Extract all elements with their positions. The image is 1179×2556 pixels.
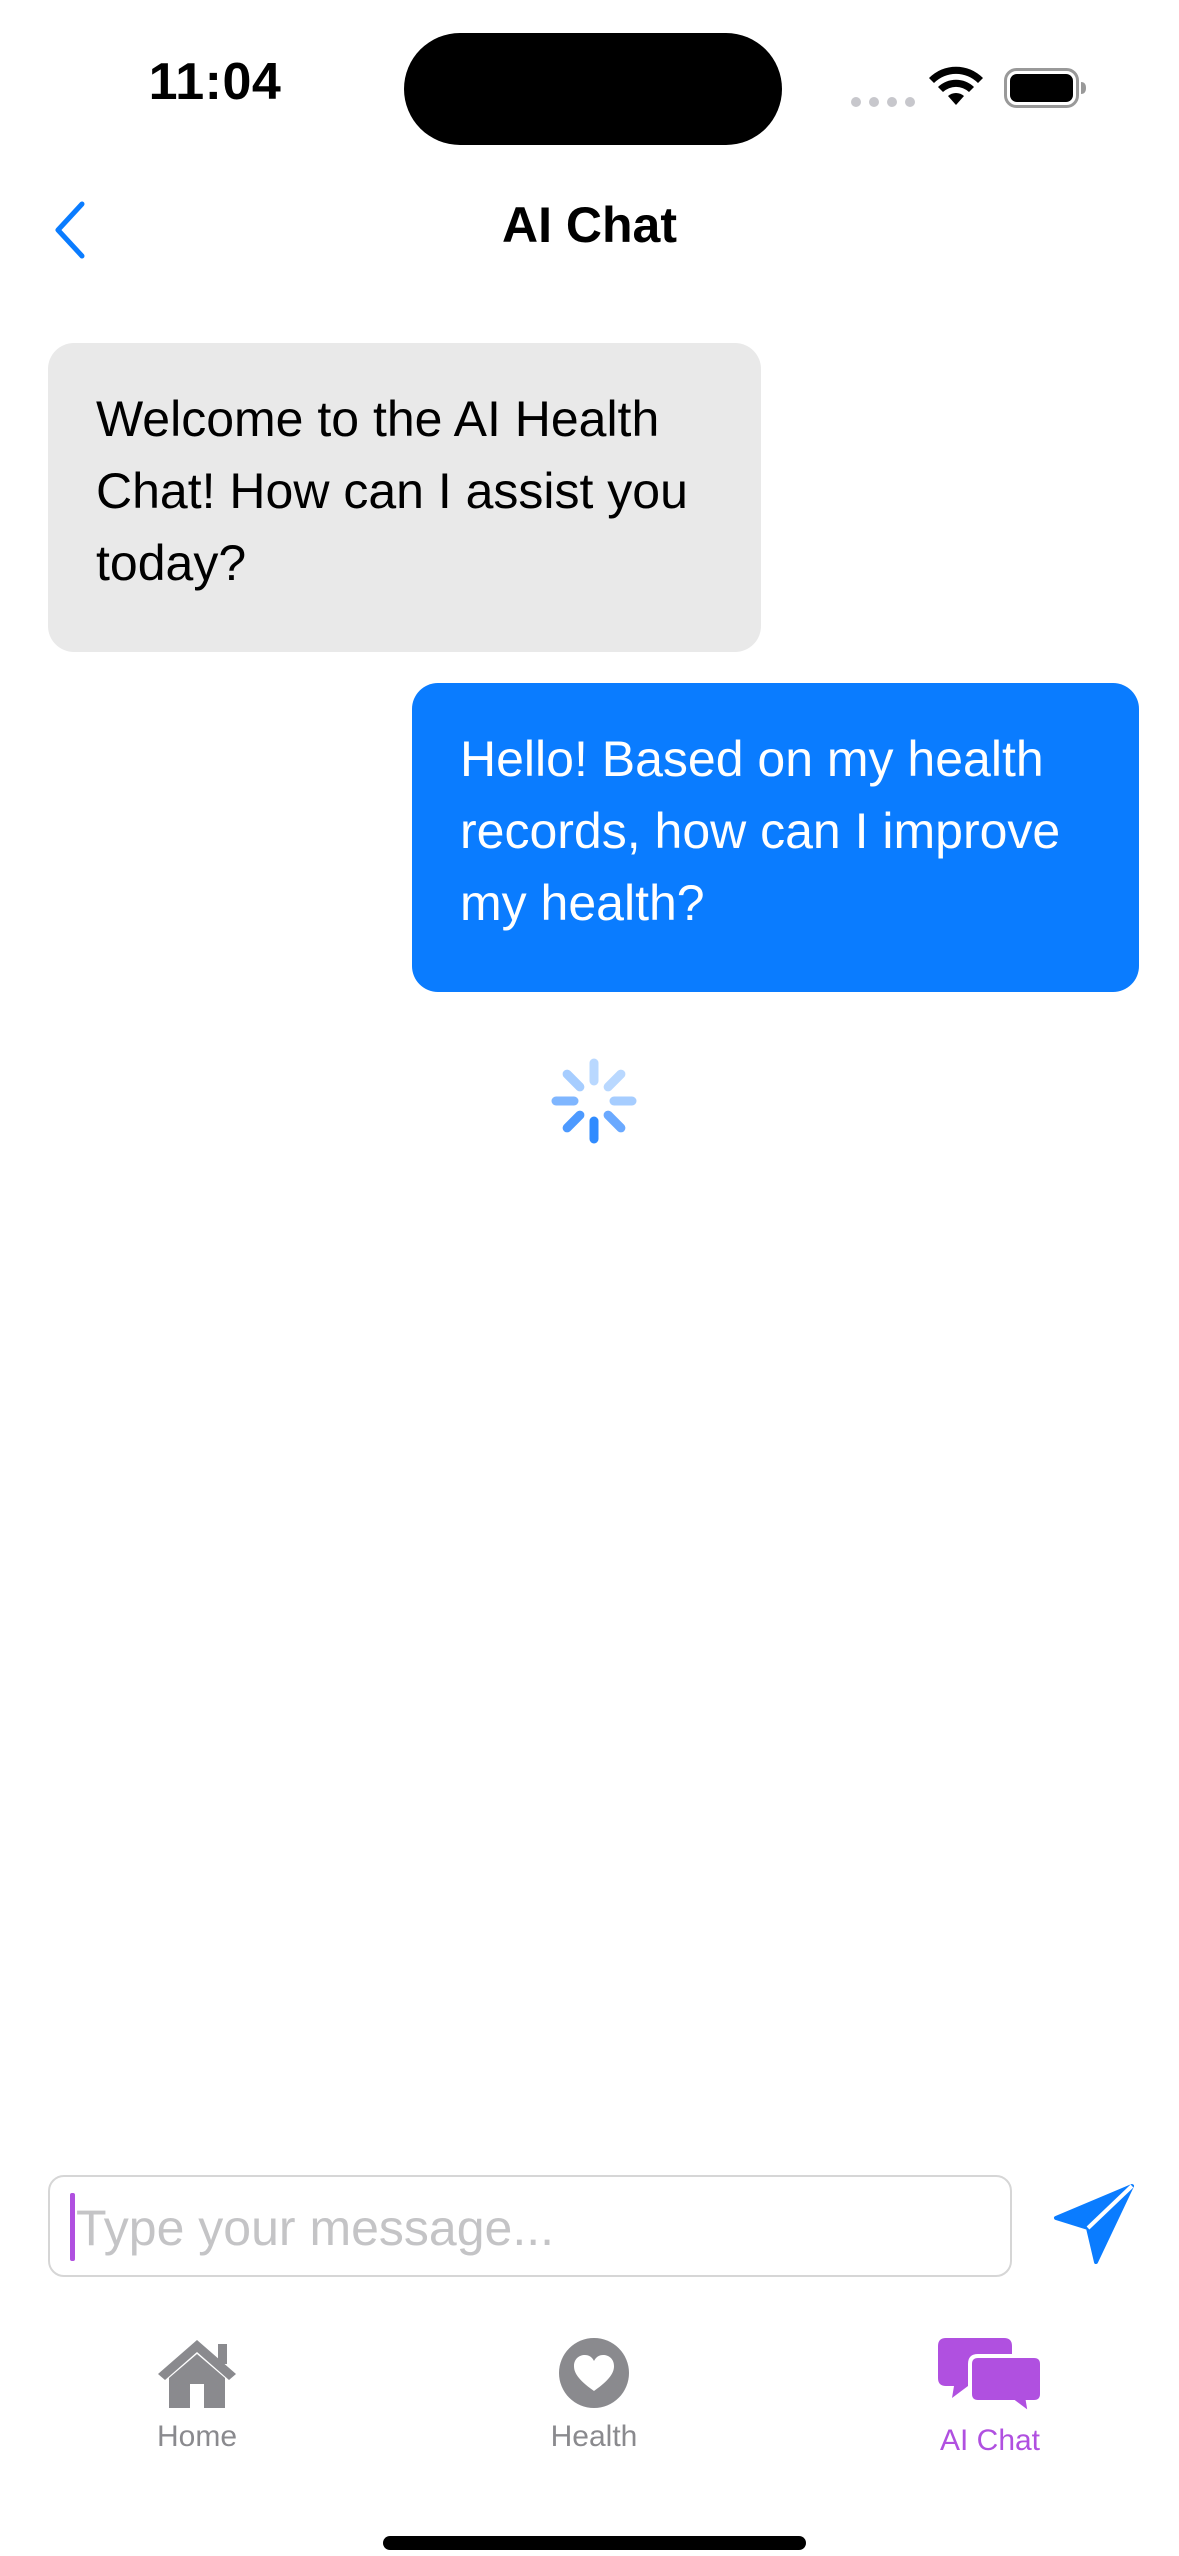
heart-circle-icon	[559, 2338, 629, 2408]
tab-home[interactable]: Home	[97, 2336, 297, 2454]
page-title: AI Chat	[502, 197, 677, 253]
tab-health[interactable]: Health	[494, 2336, 694, 2454]
user-message-bubble: Hello! Based on my health records, how c…	[412, 683, 1139, 992]
tab-label: Home	[156, 2420, 238, 2453]
tab-label: AI Chat	[939, 2424, 1041, 2457]
message-text: Hello! Based on my health records, how c…	[460, 731, 1061, 931]
dynamic-island	[404, 33, 782, 145]
message-input-placeholder: Type your message...	[76, 2200, 555, 2256]
message-text: Welcome to the AI Health Chat! How can I…	[96, 391, 688, 591]
wifi-icon	[929, 66, 983, 105]
tab-ai-chat[interactable]: AI Chat	[890, 2336, 1090, 2458]
cellular-signal-icon	[851, 97, 915, 107]
house-icon	[158, 2340, 236, 2408]
chat-bubbles-icon	[938, 2338, 1042, 2414]
send-button[interactable]	[1052, 2182, 1136, 2266]
text-cursor	[70, 2193, 75, 2261]
loading-spinner-icon	[551, 1058, 637, 1144]
message-input[interactable]: Type your message...	[48, 2175, 1012, 2277]
status-time: 11:04	[148, 53, 282, 111]
ai-message-bubble: Welcome to the AI Health Chat! How can I…	[48, 343, 761, 652]
tab-label: Health	[550, 2420, 638, 2453]
home-indicator[interactable]	[383, 2536, 806, 2550]
battery-icon	[1004, 68, 1086, 108]
